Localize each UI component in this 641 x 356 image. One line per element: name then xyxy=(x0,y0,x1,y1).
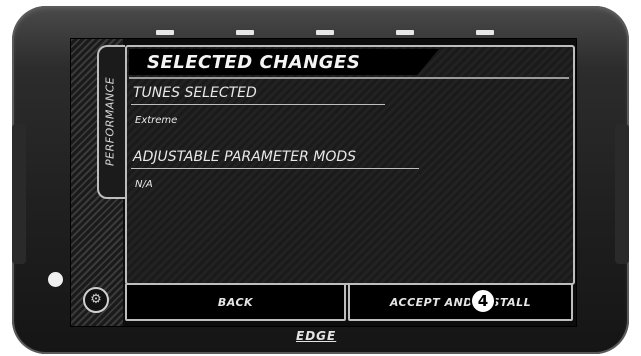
back-button[interactable]: BACK xyxy=(125,283,346,321)
brand-logo: EDGE xyxy=(296,329,337,343)
screen: PERFORMANCE ⚙ SELECTED CHANGES TUNES SEL… xyxy=(70,38,577,327)
indicator-light xyxy=(156,30,174,35)
callout-badge: 4 xyxy=(470,288,496,314)
indicator-light xyxy=(396,30,414,35)
performance-tab-label: PERFORMANCE xyxy=(103,76,117,167)
indicator-light xyxy=(316,30,334,35)
accept-and-install-button[interactable]: ACCEPT AND INSTALL xyxy=(348,283,573,321)
section-value-tunes: Extreme xyxy=(135,115,178,126)
ambient-light-sensor xyxy=(48,272,63,287)
section-value-mods: N/A xyxy=(135,179,153,190)
title-divider xyxy=(129,77,569,79)
selected-changes-panel: SELECTED CHANGES TUNES SELECTED Extreme … xyxy=(125,45,575,285)
indicator-light xyxy=(236,30,254,35)
section-heading-mods: ADJUSTABLE PARAMETER MODS xyxy=(133,149,357,165)
section-divider xyxy=(131,168,419,169)
indicator-light xyxy=(476,30,494,35)
title-bar: SELECTED CHANGES xyxy=(129,49,439,75)
device-right-tab xyxy=(615,124,629,264)
page-title: SELECTED CHANGES xyxy=(147,52,361,73)
section-heading-tunes: TUNES SELECTED xyxy=(133,85,257,101)
section-divider xyxy=(131,104,385,105)
gear-icon[interactable]: ⚙ xyxy=(83,287,109,313)
device-left-tab xyxy=(12,124,26,264)
